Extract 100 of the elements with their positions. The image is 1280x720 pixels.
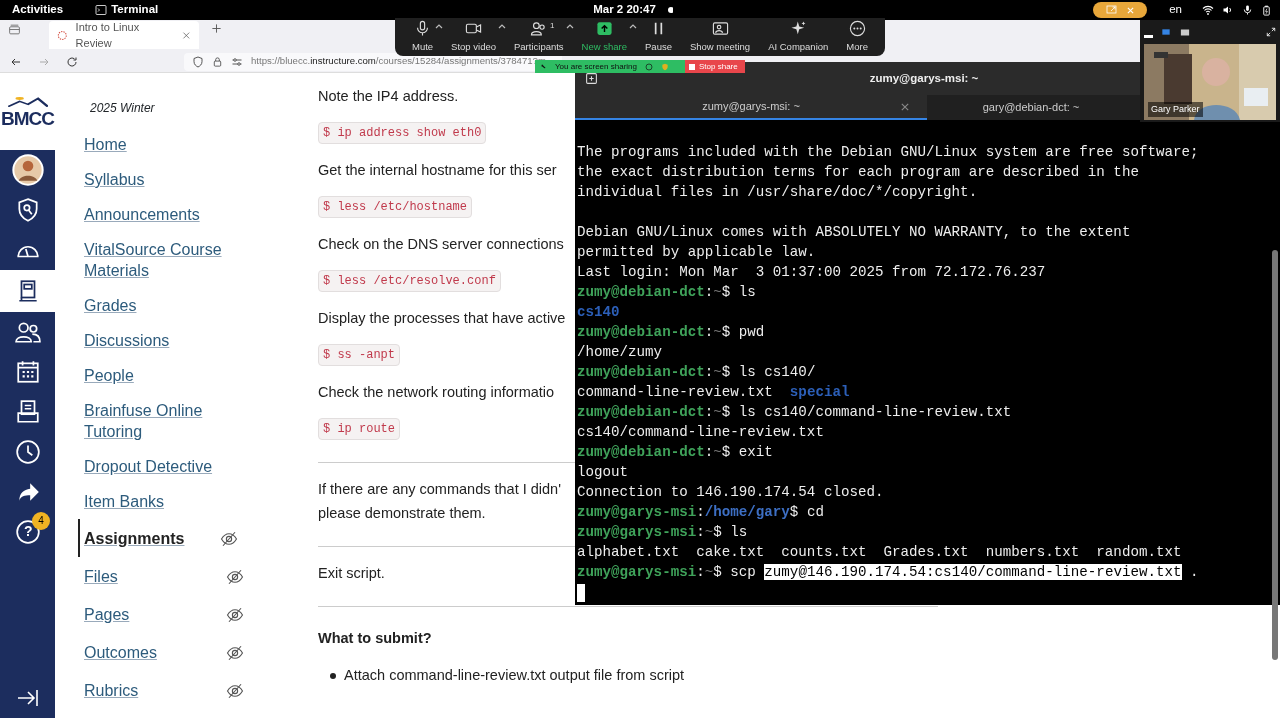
stop-icon: [689, 63, 695, 70]
course-nav-link[interactable]: Discussions: [84, 330, 224, 351]
people-icon: [530, 19, 548, 37]
loading-icon: [57, 29, 68, 41]
eye-slash-icon: [226, 567, 244, 586]
minimize-icon[interactable]: [1144, 34, 1153, 38]
instruction-text: Display the processes that have active: [318, 309, 566, 328]
app-menu[interactable]: Terminal: [111, 1, 159, 19]
terminal-line: zumy@debian-dct:~$ pwd: [577, 323, 765, 342]
terminal-line: zumy@debian-dct:~$ ls cs140/: [577, 363, 816, 382]
code-snippet: $ ip route: [318, 418, 400, 440]
volume-icon: [1222, 4, 1234, 16]
new-tab-icon: [211, 23, 222, 35]
course-nav-link[interactable]: Brainfuse Online Tutoring: [84, 400, 224, 442]
participants-button[interactable]: Participants 1: [514, 19, 564, 55]
close-icon[interactable]: [901, 102, 909, 111]
speaker-view-icon: [1161, 28, 1171, 36]
terminal-line: The programs included with the Debian GNU/Linux system are free software;: [577, 143, 1199, 162]
terminal-line: zumy@garys-msi:/home/gary$ cd: [577, 503, 824, 522]
eye-slash-icon: [220, 529, 238, 548]
eye-slash-icon: [226, 605, 244, 624]
section-heading: What to submit?: [318, 629, 432, 648]
global-nav-item[interactable]: [0, 270, 55, 312]
new-share-button[interactable]: New share: [581, 19, 628, 55]
screen-share-indicator[interactable]: [1093, 2, 1148, 18]
course-nav-link[interactable]: Files: [84, 565, 224, 587]
course-nav-link[interactable]: Grades: [84, 295, 224, 316]
global-nav-item[interactable]: ? 4: [0, 512, 55, 552]
terminal-icon: [95, 4, 108, 16]
instruction-text: Check the network routing informatio: [318, 383, 555, 402]
wifi-icon: [1202, 4, 1214, 16]
terminal-line: permitted by applicable law.: [577, 243, 816, 262]
course-nav-link[interactable]: Announcements: [84, 204, 224, 225]
pause-button[interactable]: Pause: [645, 19, 672, 55]
more-button[interactable]: More: [846, 19, 868, 55]
share-screen-icon: [1105, 4, 1118, 16]
list-item-text: Attach command-line-review.txt output file from script: [344, 666, 685, 685]
shield-icon: [661, 62, 669, 71]
stop-share-button[interactable]: Stop share: [685, 60, 745, 73]
instruction-text: Check on the DNS server connections: [318, 235, 564, 254]
scrollbar[interactable]: [1272, 250, 1278, 660]
course-nav-link[interactable]: People: [84, 365, 224, 386]
code-snippet: $ ss -anpt: [318, 344, 400, 366]
status-icon: [645, 62, 653, 71]
terminal-line: logout: [577, 463, 629, 482]
instruction-text: If there are any commands that I didn': [318, 480, 561, 499]
reload-icon: [66, 55, 78, 68]
instruction-text: Get the internal hostname for this ser: [318, 161, 557, 180]
bullet-icon: [330, 672, 336, 679]
terminal-line: zumy@debian-dct:~$ ls cs140/command-line-review.txt: [577, 403, 1012, 422]
expand-icon: [1266, 27, 1276, 37]
logo[interactable]: BMCC: [0, 73, 55, 150]
course-nav-link[interactable]: Rubrics: [84, 679, 224, 701]
monitor-person-icon: [711, 19, 729, 37]
terminal-line: Last login: Mon Mar 3 01:37:00 2025 from 72.172.76.237: [577, 263, 1046, 282]
course-nav-link[interactable]: Syllabus: [84, 169, 224, 190]
sliders-icon: [231, 55, 243, 68]
course-nav-link[interactable]: Dropout Detective: [84, 456, 224, 477]
course-nav-link[interactable]: Item Banks: [84, 491, 224, 512]
terminal-line: Debian GNU/Linux comes with ABSOLUTELY NO WARRANTY, to the extent: [577, 223, 1131, 242]
term-label: 2025 Winter: [90, 101, 155, 115]
battery-icon: [1261, 3, 1272, 17]
ai-companion-button[interactable]: AI Companion: [768, 19, 829, 55]
close-icon: [1125, 5, 1135, 15]
course-nav-link[interactable]: Assignments: [84, 527, 220, 549]
participant-name: Gary Parker: [1148, 101, 1203, 117]
activities-button[interactable]: Activities: [12, 1, 64, 19]
course-nav-link[interactable]: Outcomes: [84, 641, 224, 663]
language-indicator[interactable]: en: [1169, 1, 1182, 19]
notification-badge: 4: [32, 512, 50, 530]
people-icon: [14, 319, 41, 345]
clock[interactable]: Mar 2 20:47: [593, 1, 656, 19]
course-nav-link[interactable]: Home: [84, 134, 224, 155]
stop-video-button[interactable]: Stop video: [451, 19, 496, 55]
code-snippet: $ less /etc/resolve.conf: [318, 270, 501, 292]
terminal-line: cs140: [577, 303, 620, 322]
mute-button[interactable]: Mute: [412, 19, 434, 55]
gallery-view-icon: [1179, 27, 1191, 37]
code-snippet: $ ip address show eth0: [318, 122, 487, 144]
inbox-icon: [14, 399, 41, 425]
terminal-line: Connection to 146.190.174.54 closed.: [577, 483, 884, 502]
help-glyph: ?: [24, 523, 33, 539]
show-meeting-button[interactable]: Show meeting: [689, 19, 751, 55]
terminal-tab[interactable]: zumy@garys-msi: ~: [575, 95, 927, 120]
instruction-text: Note the IP4 address.: [318, 87, 459, 106]
terminal-line: zumy@debian-dct:~$ ls: [577, 283, 756, 302]
new-tab-icon: [585, 72, 598, 85]
browser-tab[interactable]: Intro to Linux Review: [49, 21, 199, 49]
terminal-line: zumy@garys-msi:~$ ls: [577, 523, 748, 542]
instruction-text: Exit script.: [318, 564, 385, 583]
course-nav-link[interactable]: VitalSource Course Materials: [84, 239, 224, 281]
tab-list-icon: [8, 23, 21, 37]
terminal-line: individual files in /usr/share/doc/*/copyright.: [577, 183, 978, 202]
microphone-icon: [1242, 4, 1253, 16]
code-snippet: $ less /etc/hostname: [318, 196, 473, 218]
calendar-icon: [14, 359, 41, 385]
instruction-text: please demonstrate them.: [318, 504, 486, 523]
lock-icon: [212, 55, 223, 68]
course-nav-link[interactable]: Pages: [84, 603, 224, 625]
close-icon: [182, 30, 191, 40]
